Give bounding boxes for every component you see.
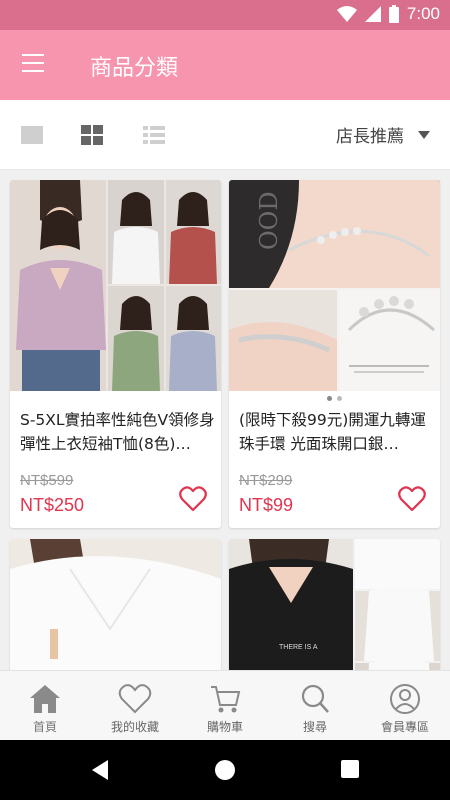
- product-title: (限時下殺99元)開運九轉運珠手環 光面珠開口銀…: [239, 411, 426, 453]
- product-card[interactable]: S-5XL實拍率性純色V領修身彈性上衣短袖T恤(8色)… NT$599 NT$2…: [10, 180, 221, 528]
- product-grid: S-5XL實拍率性純色V領修身彈性上衣短袖T恤(8色)… NT$599 NT$2…: [0, 170, 450, 670]
- system-navigation-bar: [0, 740, 450, 800]
- product-title: S-5XL實拍率性純色V領修身彈性上衣短袖T恤(8色)…: [20, 411, 215, 453]
- product-card[interactable]: OOD (限時下殺99元)開運九轉運珠手環 光面珠開口銀… NT$299 NT$…: [229, 180, 440, 528]
- list-view-icon[interactable]: [142, 124, 166, 146]
- carousel-dot: [327, 396, 332, 401]
- cell-signal-icon: [364, 6, 381, 22]
- user-icon: [390, 684, 420, 714]
- view-toolbar: 店長推薦: [0, 100, 450, 170]
- app-header: 商品分類: [0, 30, 450, 100]
- nav-label: 購物車: [206, 720, 243, 734]
- product-image: [10, 180, 221, 391]
- original-price: NT$599: [20, 472, 74, 489]
- svg-text:OOD: OOD: [255, 191, 283, 250]
- nav-label: 搜尋: [302, 720, 327, 734]
- home-icon: [30, 685, 60, 713]
- nav-item-favorites[interactable]: 我的收藏: [90, 671, 180, 740]
- triangle-down-icon: [418, 130, 430, 139]
- nav-label: 首頁: [32, 720, 57, 734]
- status-icons: 7:00: [336, 4, 440, 24]
- nav-item-member[interactable]: 會員專區: [360, 671, 450, 740]
- nav-item-search[interactable]: 搜尋: [270, 671, 360, 740]
- hamburger-menu-icon[interactable]: [22, 54, 46, 76]
- product-image: [10, 539, 221, 670]
- nav-label: 會員專區: [380, 720, 429, 734]
- bottom-navigation: 首頁 我的收藏 購物車 搜尋 會員專區: [0, 670, 450, 740]
- product-image: OOD: [229, 180, 440, 391]
- cart-icon: [211, 686, 241, 713]
- status-time: 7:00: [406, 4, 440, 23]
- carousel-dot: [337, 396, 342, 401]
- grid-view-icon[interactable]: [80, 124, 104, 146]
- heart-icon: [118, 684, 152, 714]
- search-icon: [301, 684, 329, 713]
- nav-label: 我的收藏: [110, 720, 159, 734]
- battery-icon: [388, 5, 399, 23]
- sort-dropdown[interactable]: 店長推薦: [336, 122, 430, 147]
- nav-item-cart[interactable]: 購物車: [180, 671, 270, 740]
- product-card[interactable]: THERE IS A: [229, 539, 440, 670]
- image-carousel-dots: [229, 396, 440, 401]
- favorite-heart-icon[interactable]: [398, 486, 426, 512]
- status-bar: 7:00: [0, 0, 450, 30]
- product-image: THERE IS A: [229, 539, 440, 670]
- recent-apps-icon[interactable]: [340, 759, 360, 779]
- product-card[interactable]: [10, 539, 221, 670]
- page-title: 商品分類: [90, 56, 179, 81]
- sale-price: NT$99: [239, 495, 294, 515]
- nav-item-home[interactable]: 首頁: [0, 671, 90, 740]
- single-column-view-icon[interactable]: [20, 124, 44, 146]
- home-circle-icon[interactable]: [214, 759, 236, 781]
- sort-label: 店長推薦: [336, 127, 404, 147]
- svg-text:THERE IS A: THERE IS A: [279, 644, 318, 651]
- sale-price: NT$250: [20, 495, 85, 515]
- back-icon[interactable]: [90, 759, 110, 781]
- wifi-icon: [336, 6, 357, 22]
- original-price: NT$299: [239, 472, 293, 489]
- favorite-heart-icon[interactable]: [179, 486, 207, 512]
